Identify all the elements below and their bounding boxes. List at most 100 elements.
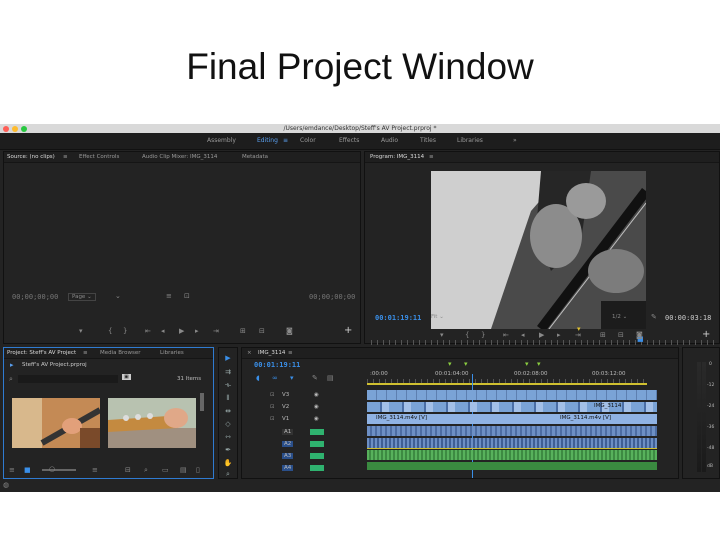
tab-effect-controls[interactable]: Effect Controls [79, 154, 119, 160]
timeline-timecode[interactable]: 00:01:19:11 [254, 361, 300, 369]
icon-view-icon[interactable]: ■ [24, 466, 31, 474]
program-go-to-out-icon[interactable]: ⇥ [575, 331, 581, 339]
panel-menu-icon[interactable]: ≡ [63, 154, 68, 160]
timeline-close-icon[interactable]: × [247, 350, 252, 356]
tab-program[interactable]: Program: IMG_3114 [370, 154, 424, 160]
minimize-window-button[interactable] [12, 126, 18, 132]
project-thumbnail-2[interactable] [108, 398, 196, 448]
track-visibility-icon-v1[interactable]: ◉ [314, 416, 319, 422]
workspace-color[interactable]: Color [300, 137, 316, 144]
track-label-v2[interactable]: V2 [282, 404, 289, 410]
sort-icon[interactable]: ≡ [92, 466, 98, 474]
track-lock-icon-v3[interactable]: ⊡ [270, 392, 275, 398]
audio-clip-a2[interactable] [367, 438, 657, 448]
timeline-marker-2[interactable]: ▾ [464, 360, 468, 368]
list-view-icon[interactable]: ≡ [9, 466, 15, 474]
program-step-back-icon[interactable]: ◂ [521, 331, 525, 339]
pen-tool-icon[interactable]: ✒ [223, 446, 233, 454]
new-bin-button-icon[interactable]: ▭ [162, 466, 169, 474]
quality-dropdown[interactable]: 1/2 ⌄ [612, 314, 627, 320]
zoom-window-button[interactable] [21, 126, 27, 132]
tab-libraries[interactable]: Libraries [160, 350, 184, 356]
audio-clip-a3[interactable] [367, 450, 657, 460]
workspace-audio[interactable]: Audio [381, 137, 398, 144]
export-frame-icon[interactable]: ⊡ [184, 292, 190, 300]
program-ruler[interactable] [371, 340, 716, 345]
clip-row-v3[interactable] [367, 390, 657, 400]
timeline-menu-icon[interactable]: ≡ [288, 350, 293, 356]
new-item-icon[interactable]: ▤ [180, 466, 187, 474]
program-mark-out-brace-icon[interactable]: } [481, 331, 485, 339]
track-visibility-icon-v2[interactable]: ◉ [314, 404, 319, 410]
timeline-marker-4[interactable]: ▾ [537, 360, 541, 368]
track-label-a2[interactable]: A2 [282, 441, 294, 447]
mark-out-icon[interactable]: { [108, 327, 112, 335]
overwrite-icon[interactable]: ⊟ [259, 327, 265, 335]
mark-out-brace-icon[interactable]: } [123, 327, 127, 335]
track-lock-icon-v1[interactable]: ⊡ [270, 416, 275, 422]
snap-icon[interactable]: ◖ [256, 374, 260, 382]
workspace-titles[interactable]: Titles [420, 137, 436, 144]
project-scrollbar[interactable] [200, 393, 204, 411]
step-back-icon[interactable]: ◂ [161, 327, 165, 335]
trash-icon[interactable]: ▯ [196, 466, 200, 474]
zoom-slider[interactable] [42, 469, 76, 471]
workspace-editing[interactable]: Editing [257, 137, 278, 144]
linked-selection-icon[interactable]: ∞ [272, 374, 278, 382]
project-menu-icon[interactable]: ≡ [83, 350, 88, 356]
timeline-settings-icon[interactable]: ✎ [312, 374, 318, 382]
zoom-tool-icon[interactable]: ⌕ [223, 470, 233, 478]
track-lock-icon-v2[interactable]: ⊡ [270, 404, 275, 410]
program-mark-in-brace-icon[interactable]: { [465, 331, 469, 339]
go-to-out-icon[interactable]: ⇥ [213, 327, 219, 335]
tab-media-browser[interactable]: Media Browser [100, 350, 141, 356]
workspace-overflow-button[interactable]: » [513, 137, 517, 144]
go-to-in-icon[interactable]: ⇤ [145, 327, 151, 335]
track-mute-a3[interactable] [310, 453, 324, 459]
track-select-tool-icon[interactable]: ⇉ [223, 368, 233, 376]
rolling-edit-tool-icon[interactable]: ⫴ [223, 394, 233, 402]
step-forward-icon[interactable]: ▸ [195, 327, 199, 335]
tab-sequence[interactable]: IMG_3114 [258, 350, 285, 356]
track-mute-a1[interactable] [310, 429, 324, 435]
track-mute-a4[interactable] [310, 465, 324, 471]
camera-icon[interactable]: ◙ [286, 327, 293, 335]
program-menu-icon[interactable]: ≡ [429, 154, 434, 160]
hand-tool-icon[interactable]: ✋ [223, 459, 233, 467]
extract-icon[interactable]: ⊟ [618, 331, 624, 339]
add-marker-icon[interactable]: ▾ [290, 374, 294, 382]
workspace-assembly[interactable]: Assembly [207, 137, 236, 144]
wrench-icon[interactable]: ✎ [651, 313, 657, 321]
zoom-slider-handle[interactable]: ○ [49, 465, 55, 473]
workspace-effects[interactable]: Effects [339, 137, 359, 144]
work-area-bar[interactable] [367, 383, 647, 385]
find-icon[interactable]: ⌕ [144, 466, 148, 475]
workspace-menu-icon[interactable]: ≡ [283, 137, 288, 144]
project-search-input[interactable] [18, 375, 118, 383]
mark-in-icon[interactable]: ▾ [79, 327, 83, 335]
track-label-v3[interactable]: V3 [282, 392, 289, 398]
track-label-a3[interactable]: A3 [282, 453, 294, 459]
tab-source[interactable]: Source: (no clips) [7, 154, 55, 160]
selection-tool-icon[interactable]: ▶ [223, 354, 233, 362]
automate-icon[interactable]: ⊟ [125, 466, 131, 474]
audio-clip-a4[interactable] [367, 462, 657, 470]
rate-stretch-tool-icon[interactable]: ⇹ [223, 407, 233, 415]
track-label-a1[interactable]: A1 [282, 429, 294, 435]
ripple-edit-tool-icon[interactable]: ⟛ [223, 381, 233, 389]
captions-icon[interactable]: ▤ [327, 374, 334, 382]
razor-tool-icon[interactable]: ◇ [223, 420, 233, 428]
audio-clip-a1[interactable] [367, 426, 657, 436]
track-label-v1[interactable]: V1 [282, 416, 289, 422]
program-button-editor-icon[interactable]: + [702, 329, 710, 340]
source-timecode[interactable]: 00;00;00;00 [12, 293, 58, 301]
tab-audio-clip-mixer[interactable]: Audio Clip Mixer: IMG_3114 [142, 154, 217, 160]
page-dropdown[interactable]: Page ⌄ [68, 293, 96, 301]
slip-tool-icon[interactable]: ⇿ [223, 433, 233, 441]
new-bin-icon[interactable]: ▣ [122, 374, 131, 380]
program-timecode[interactable]: 00:01:19:11 [375, 314, 421, 322]
program-camera-icon[interactable]: ◙ [636, 331, 643, 339]
track-visibility-icon-v3[interactable]: ◉ [314, 392, 319, 398]
program-mark-in-icon[interactable]: ▾ [440, 331, 444, 339]
tab-project[interactable]: Project: Steff's AV Project [7, 350, 76, 356]
